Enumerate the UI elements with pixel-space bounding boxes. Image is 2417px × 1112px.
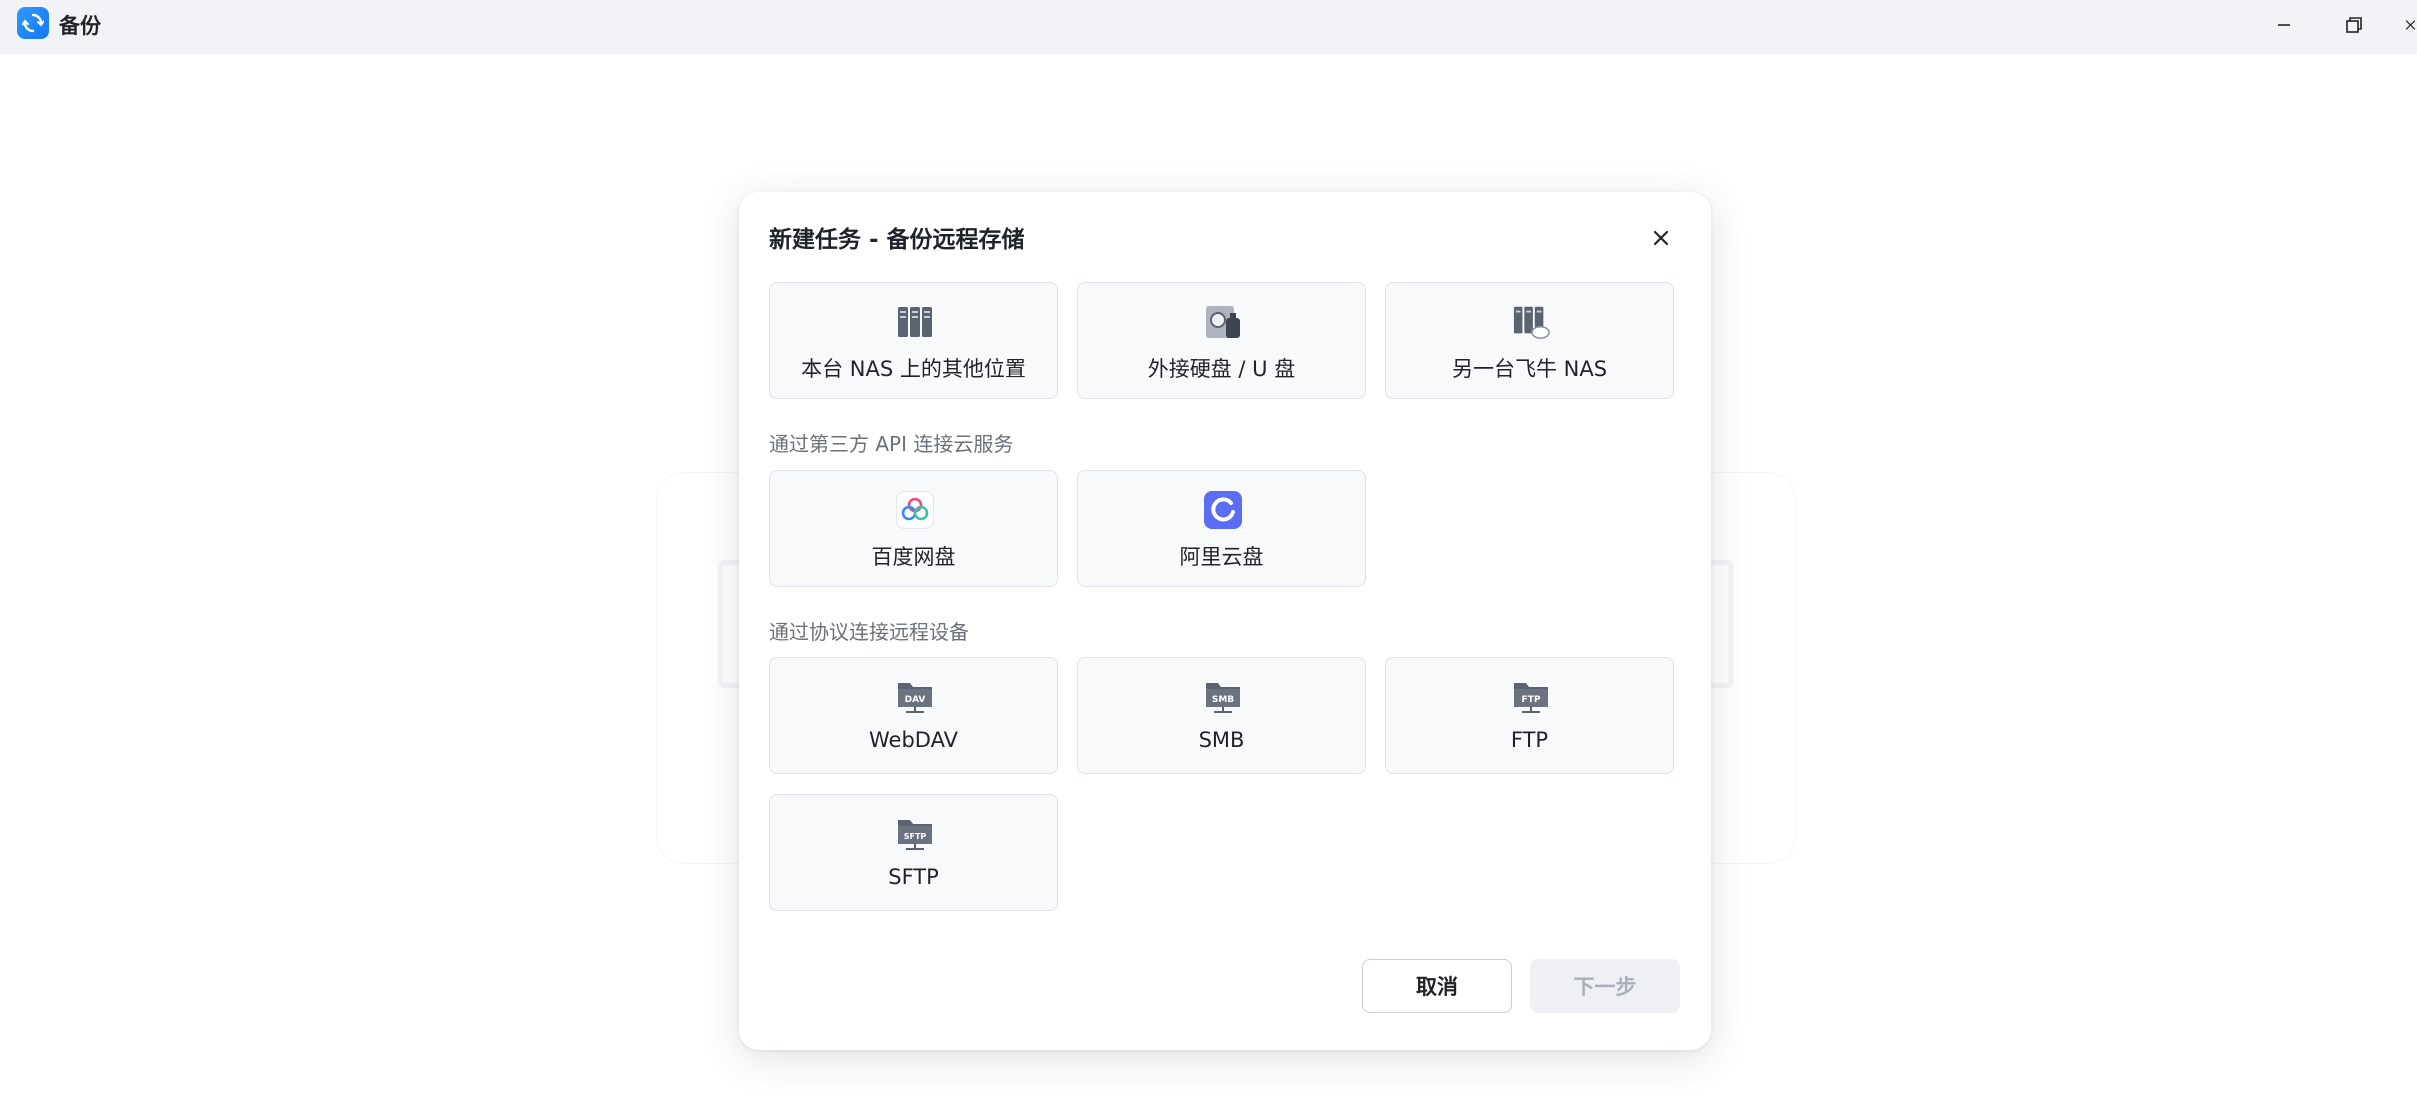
option-label: 另一台飞牛 NAS (1451, 357, 1608, 381)
option-baidu-netdisk[interactable]: 百度网盘 (769, 470, 1058, 587)
new-task-dialog: 新建任务 - 备份远程存储 本台 NAS 上的其他位置 外接硬盘 / U 盘 另… (739, 192, 1711, 1050)
option-sftp[interactable]: SFTP SFTP (769, 794, 1058, 911)
dialog-title: 新建任务 - 备份远程存储 (769, 227, 1025, 253)
option-label: WebDAV (869, 728, 958, 752)
option-aliyun-drive[interactable]: 阿里云盘 (1077, 470, 1366, 587)
option-label: 阿里云盘 (1179, 545, 1264, 569)
minimize-icon[interactable] (2264, 8, 2304, 42)
svg-text:SMB: SMB (1212, 695, 1234, 705)
cancel-button[interactable]: 取消 (1362, 959, 1512, 1013)
remote-nas-icon (1512, 303, 1550, 341)
ftp-folder-icon: FTP (1512, 678, 1550, 716)
app-title: 备份 (59, 14, 101, 38)
close-icon[interactable] (1643, 220, 1679, 256)
title-bar: 备份 (0, 0, 2417, 54)
option-ftp[interactable]: FTP FTP (1385, 657, 1674, 774)
option-label: 本台 NAS 上的其他位置 (801, 357, 1026, 381)
svg-text:DAV: DAV (905, 695, 926, 705)
nas-server-icon (896, 303, 934, 341)
option-external-drive[interactable]: 外接硬盘 / U 盘 (1077, 282, 1366, 399)
backup-sync-icon (17, 7, 49, 39)
maximize-icon[interactable] (2334, 8, 2374, 42)
option-label: 外接硬盘 / U 盘 (1147, 357, 1296, 381)
webdav-folder-icon: DAV (896, 678, 934, 716)
protocol-section-label: 通过协议连接远程设备 (769, 620, 969, 644)
option-smb[interactable]: SMB SMB (1077, 657, 1366, 774)
smb-folder-icon: SMB (1204, 678, 1242, 716)
option-label: FTP (1510, 728, 1549, 752)
option-label: 百度网盘 (871, 545, 956, 569)
option-local-nas[interactable]: 本台 NAS 上的其他位置 (769, 282, 1058, 399)
svg-text:SFTP: SFTP (904, 832, 927, 841)
option-label: SFTP (888, 865, 939, 889)
external-drive-icon (1204, 303, 1242, 341)
sftp-folder-icon: SFTP (896, 815, 934, 853)
aliyun-drive-icon (1204, 491, 1242, 529)
close-icon[interactable] (2404, 8, 2417, 42)
baidu-netdisk-icon (896, 491, 934, 529)
cloud-section-label: 通过第三方 API 连接云服务 (769, 432, 1014, 456)
option-webdav[interactable]: DAV WebDAV (769, 657, 1058, 774)
svg-text:FTP: FTP (1522, 695, 1541, 705)
option-label: SMB (1198, 728, 1245, 752)
next-step-button[interactable]: 下一步 (1530, 959, 1680, 1013)
option-remote-nas[interactable]: 另一台飞牛 NAS (1385, 282, 1674, 399)
